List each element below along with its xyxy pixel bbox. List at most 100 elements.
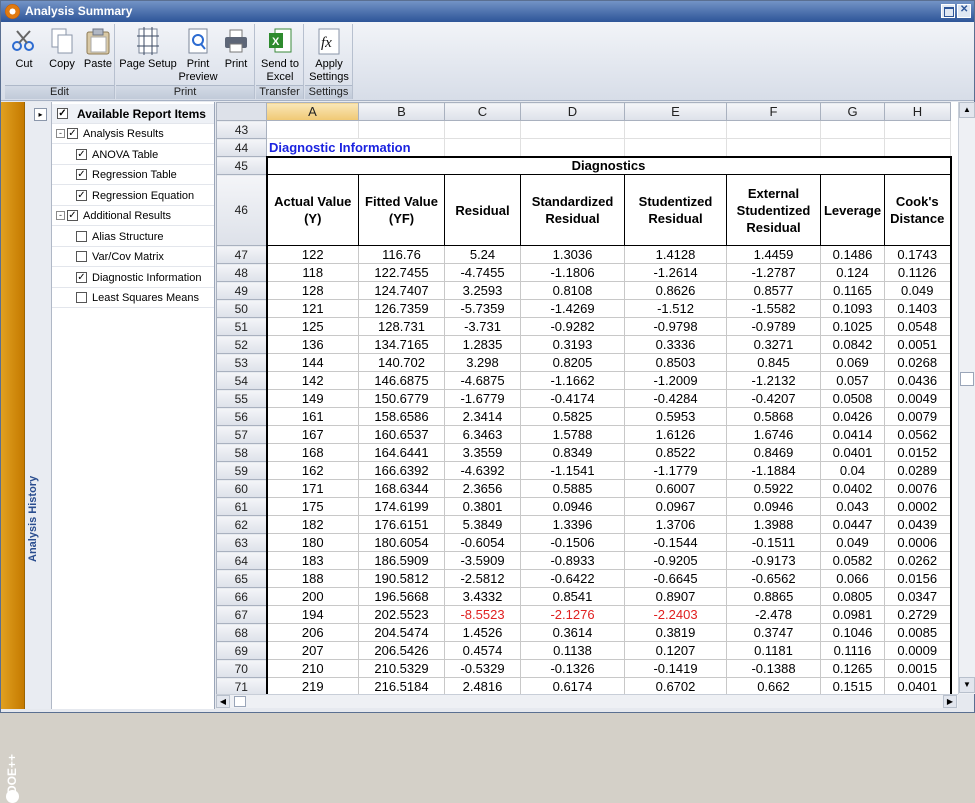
cell[interactable]: 136: [265, 335, 359, 354]
cell[interactable]: 0.1165: [820, 281, 885, 300]
select-all-corner[interactable]: [216, 102, 267, 121]
cell[interactable]: -1.2614: [624, 263, 727, 282]
cell[interactable]: 0.0049: [884, 389, 952, 408]
cell[interactable]: 166.6392: [358, 461, 445, 480]
cut-button[interactable]: Cut: [9, 26, 39, 71]
scroll-right-icon[interactable]: ▶: [943, 695, 957, 708]
cell[interactable]: 0.8541: [520, 587, 625, 606]
cell[interactable]: 1.4459: [726, 245, 821, 264]
cell[interactable]: -0.1511: [726, 533, 821, 552]
checkbox-unchecked-icon[interactable]: [76, 292, 87, 303]
cell[interactable]: 2.4816: [444, 677, 521, 694]
cell[interactable]: 182: [265, 515, 359, 534]
cell[interactable]: 0.0156: [884, 569, 952, 588]
cell[interactable]: -3.5909: [444, 551, 521, 570]
cell[interactable]: -5.7359: [444, 299, 521, 318]
tree-item[interactable]: ✓ Regression Equation: [52, 186, 214, 206]
row-header[interactable]: 58: [216, 443, 267, 462]
cell[interactable]: 0.0079: [884, 407, 952, 426]
table-header[interactable]: Cook's Distance: [884, 174, 952, 246]
cell[interactable]: 0.1207: [624, 641, 727, 660]
checkbox-checked-icon[interactable]: ✓: [76, 189, 87, 201]
tree-item[interactable]: ✓ Diagnostic Information: [52, 268, 214, 288]
row-header[interactable]: 61: [216, 497, 267, 516]
cell[interactable]: -1.512: [624, 299, 727, 318]
tree-header[interactable]: ✓ Available Report Items: [52, 104, 214, 124]
cell[interactable]: 161: [265, 407, 359, 426]
cell[interactable]: -1.1806: [520, 263, 625, 282]
cell[interactable]: 0.1265: [820, 659, 885, 678]
cell[interactable]: 0.0508: [820, 389, 885, 408]
cell[interactable]: 190.5812: [358, 569, 445, 588]
cell[interactable]: 2.3656: [444, 479, 521, 498]
checkbox-unchecked-icon[interactable]: [76, 230, 87, 242]
tree-item[interactable]: Alias Structure: [52, 227, 214, 247]
cell[interactable]: 1.2835: [444, 335, 521, 354]
cell[interactable]: [624, 120, 727, 139]
cell[interactable]: 124.7407: [358, 281, 445, 300]
cell[interactable]: 0.3193: [520, 335, 625, 354]
cell[interactable]: 0.3801: [444, 497, 521, 516]
scroll-thumb[interactable]: [234, 696, 246, 707]
cell[interactable]: 180.6054: [358, 533, 445, 552]
cell[interactable]: 0.8469: [726, 443, 821, 462]
cell[interactable]: -3.731: [444, 317, 521, 336]
cell[interactable]: 0.049: [820, 533, 885, 552]
cell[interactable]: 168: [265, 443, 359, 462]
cell[interactable]: 0.1046: [820, 623, 885, 642]
cell[interactable]: 0.0842: [820, 335, 885, 354]
tree-item[interactable]: ✓ ANOVA Table: [52, 145, 214, 165]
cell[interactable]: -0.1388: [726, 659, 821, 678]
row-header[interactable]: 46: [216, 174, 267, 246]
row-header[interactable]: 57: [216, 425, 267, 444]
analysis-history-tab[interactable]: Analysis History: [25, 102, 52, 709]
row-header[interactable]: 60: [216, 479, 267, 498]
cell[interactable]: -0.1506: [520, 533, 625, 552]
column-header[interactable]: G: [820, 102, 885, 121]
row-header[interactable]: 45: [216, 156, 267, 175]
cell[interactable]: 0.6702: [624, 677, 727, 694]
cell[interactable]: 158.6586: [358, 407, 445, 426]
column-header[interactable]: H: [884, 102, 951, 121]
tree-item[interactable]: ✓ Regression Table: [52, 165, 214, 185]
scroll-left-icon[interactable]: ◀: [216, 695, 230, 708]
checkbox-checked-icon[interactable]: ✓: [76, 148, 87, 160]
cell[interactable]: [520, 138, 625, 157]
cell[interactable]: 122: [265, 245, 359, 264]
cell[interactable]: 1.5788: [520, 425, 625, 444]
cell[interactable]: 0.04: [820, 461, 885, 480]
cell[interactable]: 219: [265, 677, 359, 694]
cell[interactable]: 0.4574: [444, 641, 521, 660]
row-header[interactable]: 51: [216, 317, 267, 336]
cell[interactable]: -0.6054: [444, 533, 521, 552]
cell[interactable]: 180: [265, 533, 359, 552]
cell[interactable]: 0.8626: [624, 281, 727, 300]
cell[interactable]: 0.3336: [624, 335, 727, 354]
cell[interactable]: 0.1025: [820, 317, 885, 336]
cell[interactable]: 210: [265, 659, 359, 678]
cell[interactable]: 0.0436: [884, 371, 952, 390]
cell[interactable]: 0.0967: [624, 497, 727, 516]
paste-button[interactable]: Paste: [81, 26, 115, 71]
send-to-excel-button[interactable]: X Send to Excel: [258, 26, 302, 84]
cell[interactable]: [624, 138, 727, 157]
maximize-button[interactable]: [941, 4, 955, 18]
print-preview-button[interactable]: Print Preview: [178, 26, 218, 84]
cell[interactable]: -0.6562: [726, 569, 821, 588]
column-header[interactable]: F: [726, 102, 821, 121]
cell[interactable]: -1.2132: [726, 371, 821, 390]
cell[interactable]: 0.1116: [820, 641, 885, 660]
cell[interactable]: 206.5426: [358, 641, 445, 660]
cell[interactable]: 0.1126: [884, 263, 952, 282]
cell[interactable]: 0.8522: [624, 443, 727, 462]
cell[interactable]: -2.2403: [624, 605, 727, 624]
cell[interactable]: -0.4207: [726, 389, 821, 408]
row-header[interactable]: 62: [216, 515, 267, 534]
cell[interactable]: 210.5329: [358, 659, 445, 678]
cell[interactable]: 1.6126: [624, 425, 727, 444]
scroll-down-icon[interactable]: ▼: [959, 677, 975, 693]
cell[interactable]: 0.0152: [884, 443, 952, 462]
cell[interactable]: 168.6344: [358, 479, 445, 498]
cell[interactable]: 3.4332: [444, 587, 521, 606]
cell[interactable]: -2.478: [726, 605, 821, 624]
